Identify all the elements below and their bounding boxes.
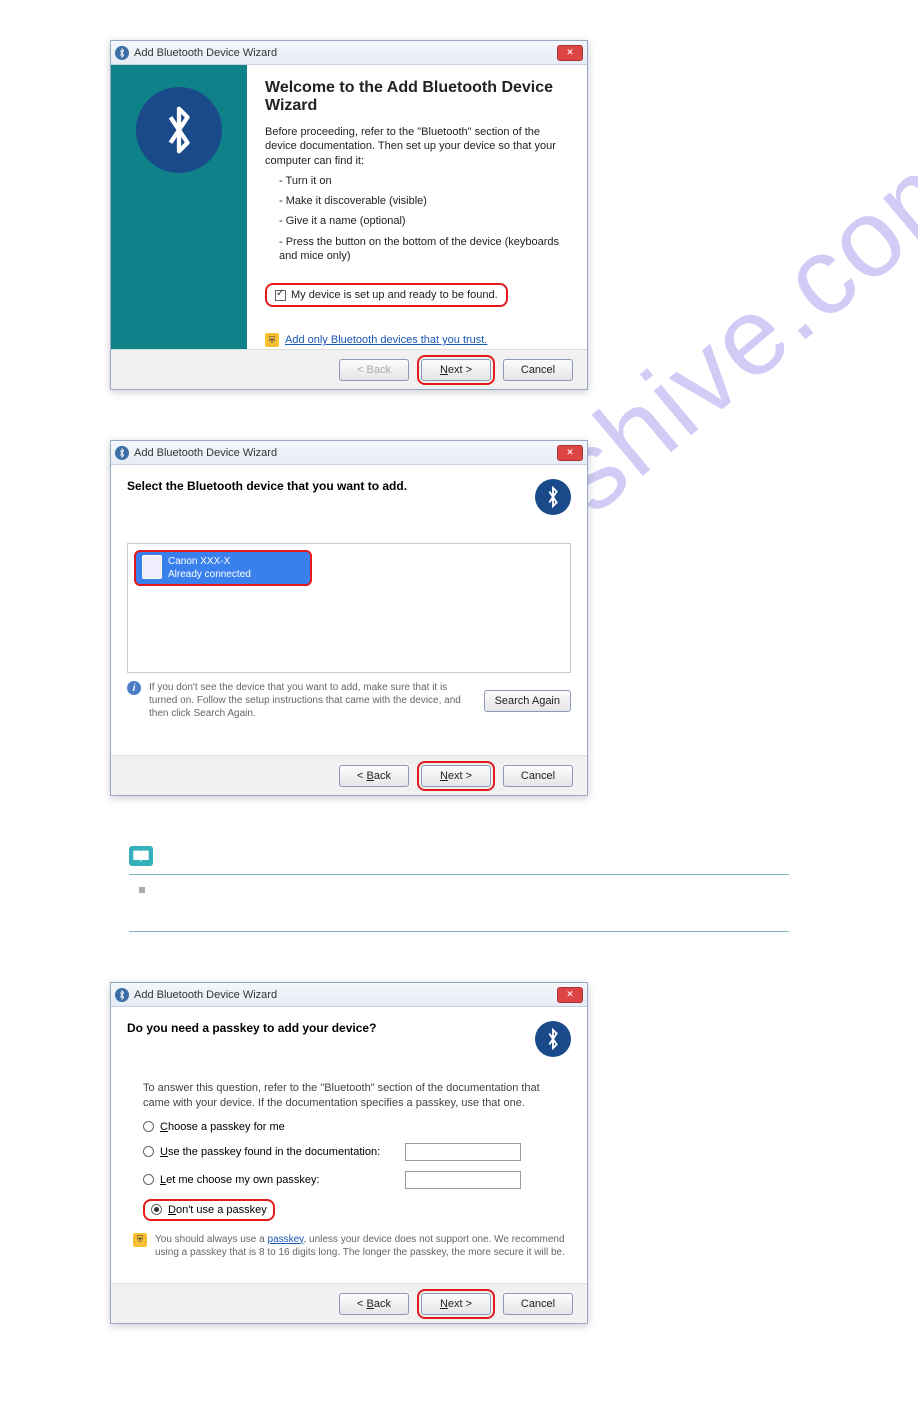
shield-icon: ⛨ <box>133 1233 147 1247</box>
bluetooth-icon <box>115 446 129 460</box>
bullet-item: - Give it a name (optional) <box>279 214 569 228</box>
button-row: < Back Next > Cancel <box>111 1283 587 1323</box>
device-name: Canon XXX-X <box>168 555 251 568</box>
titlebar: Add Bluetooth Device Wizard ✕ <box>111 41 587 65</box>
next-button[interactable]: Next > <box>421 1293 491 1315</box>
note-section <box>129 846 789 932</box>
back-button[interactable]: < Back <box>339 765 409 787</box>
back-button[interactable]: < Back <box>339 1293 409 1315</box>
checkbox-label[interactable]: My device is set up and ready to be foun… <box>291 289 498 301</box>
cancel-button[interactable]: Cancel <box>503 1293 573 1315</box>
back-button: < Back <box>339 359 409 381</box>
radio-icon[interactable] <box>143 1146 154 1157</box>
window-title: Add Bluetooth Device Wizard <box>134 989 277 1001</box>
page-heading: Select the Bluetooth device that you wan… <box>127 479 407 493</box>
book-icon <box>129 846 153 866</box>
device-item-highlight[interactable]: Canon XXX-X Already connected <box>134 550 312 586</box>
bullet-item: - Press the button on the bottom of the … <box>279 235 569 264</box>
dialog-passkey: Add Bluetooth Device Wizard ✕ Do you nee… <box>110 982 588 1324</box>
trust-link[interactable]: Add only Bluetooth devices that you trus… <box>285 334 487 346</box>
radio-label[interactable]: Don't use a passkey <box>168 1204 267 1216</box>
dialog-select-device: Add Bluetooth Device Wizard ✕ Select the… <box>110 440 588 796</box>
bluetooth-icon <box>115 988 129 1002</box>
passkey-link[interactable]: passkey <box>268 1234 304 1245</box>
window-title: Add Bluetooth Device Wizard <box>134 47 277 59</box>
close-button[interactable]: ✕ <box>557 987 583 1003</box>
titlebar: Add Bluetooth Device Wizard ✕ <box>111 441 587 465</box>
radio-choose-for-me[interactable]: Choose a passkey for me <box>143 1121 571 1133</box>
banner-panel <box>111 65 247 349</box>
button-row: < Back Next > Cancel <box>111 755 587 795</box>
bullet-item: - Make it discoverable (visible) <box>279 194 569 208</box>
close-button[interactable]: ✕ <box>557 45 583 61</box>
passkey-own-input[interactable] <box>405 1171 521 1189</box>
radio-let-me-choose[interactable]: Let me choose my own passkey: <box>143 1171 571 1189</box>
radio-icon[interactable] <box>143 1121 154 1132</box>
divider <box>129 874 789 875</box>
next-button-highlight: Next > <box>417 1289 495 1319</box>
device-ready-checkbox-highlight: My device is set up and ready to be foun… <box>265 283 508 307</box>
next-button[interactable]: Next > <box>421 359 491 381</box>
page-heading: Welcome to the Add Bluetooth Device Wiza… <box>265 79 569 115</box>
dialog-welcome: Add Bluetooth Device Wizard ✕ Welcome to… <box>110 40 588 390</box>
intro-text: To answer this question, refer to the "B… <box>143 1081 555 1111</box>
next-button-highlight: Next > <box>417 761 495 791</box>
checkbox-icon[interactable] <box>275 290 286 301</box>
bluetooth-icon <box>115 46 129 60</box>
divider <box>129 931 789 932</box>
info-icon: i <box>127 681 141 695</box>
radio-icon[interactable] <box>151 1204 162 1215</box>
info-text: If you don't see the device that you wan… <box>149 681 476 720</box>
device-status: Already connected <box>168 568 251 581</box>
radio-label: Let me choose my own passkey: <box>160 1174 320 1186</box>
page-heading: Do you need a passkey to add your device… <box>127 1021 376 1035</box>
search-again-button[interactable]: Search Again <box>484 690 571 712</box>
radio-icon[interactable] <box>143 1174 154 1185</box>
passkey-doc-input[interactable] <box>405 1143 521 1161</box>
radio-dont-use-highlight: Don't use a passkey <box>143 1199 275 1221</box>
bluetooth-logo <box>535 479 571 515</box>
next-button[interactable]: Next > <box>421 765 491 787</box>
device-list[interactable]: Canon XXX-X Already connected <box>127 543 571 673</box>
intro-text: Before proceeding, refer to the "Bluetoo… <box>265 125 569 168</box>
printer-icon <box>142 555 162 579</box>
bullet-marker <box>139 887 145 893</box>
radio-label: Use the passkey found in the documentati… <box>160 1146 380 1158</box>
passkey-note: You should always use a passkey, unless … <box>155 1233 565 1259</box>
cancel-button[interactable]: Cancel <box>503 359 573 381</box>
cancel-button[interactable]: Cancel <box>503 765 573 787</box>
shield-icon: ⛨ <box>265 333 279 347</box>
window-title: Add Bluetooth Device Wizard <box>134 447 277 459</box>
next-button-highlight: Next > <box>417 355 495 385</box>
titlebar: Add Bluetooth Device Wizard ✕ <box>111 983 587 1007</box>
radio-label: Choose a passkey for me <box>160 1121 285 1133</box>
radio-use-documentation[interactable]: Use the passkey found in the documentati… <box>143 1143 571 1161</box>
bullet-item: - Turn it on <box>279 174 569 188</box>
close-button[interactable]: ✕ <box>557 445 583 461</box>
bluetooth-logo <box>535 1021 571 1057</box>
bluetooth-logo <box>136 87 222 173</box>
button-row: < Back Next > Cancel <box>111 349 587 389</box>
